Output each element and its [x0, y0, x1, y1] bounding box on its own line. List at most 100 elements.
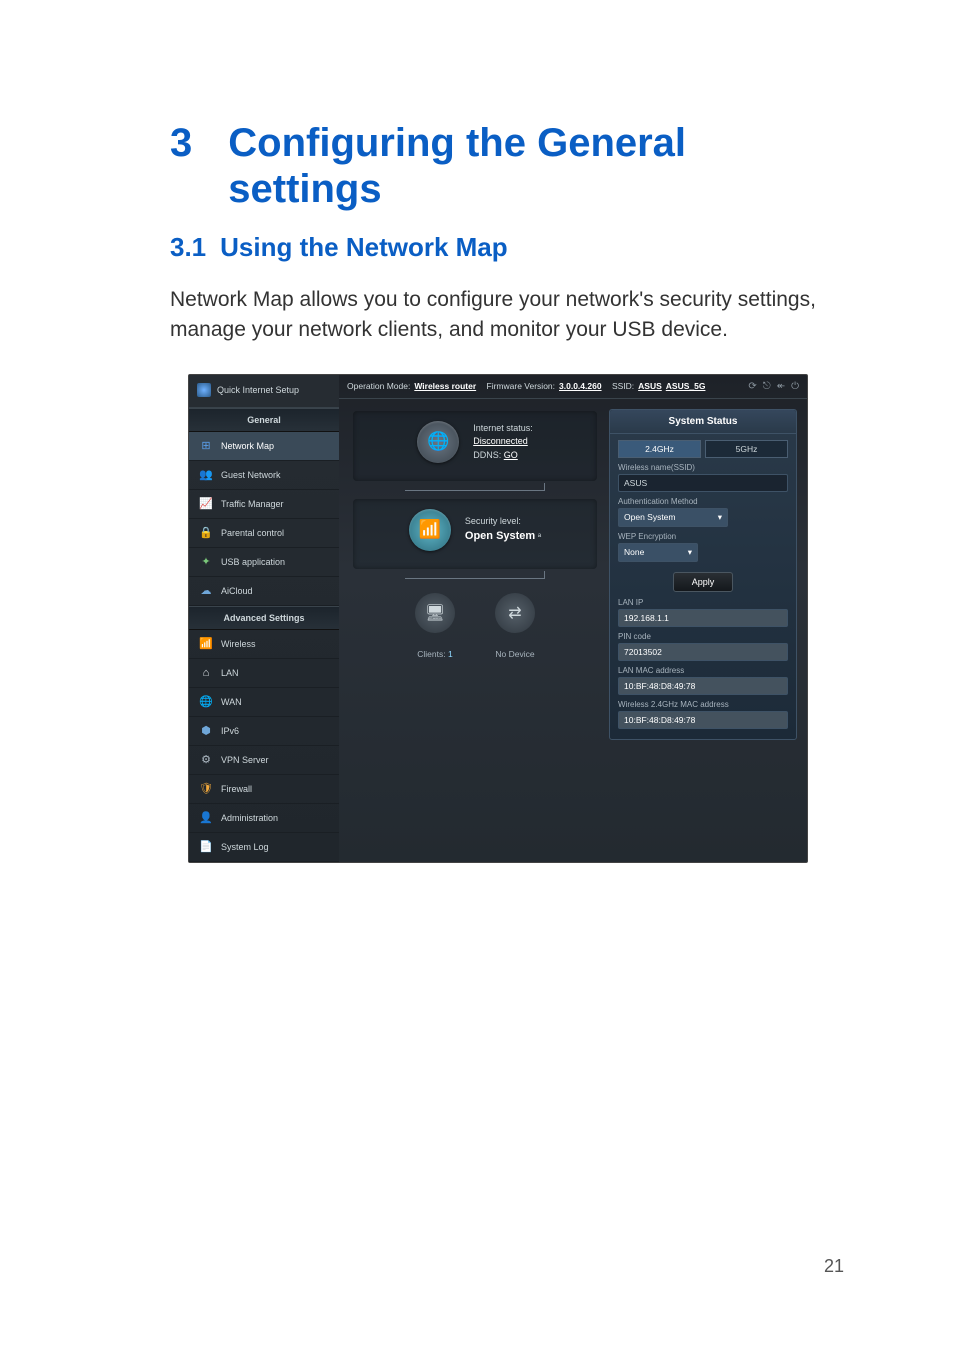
- sidebar-item-label: WAN: [221, 697, 242, 707]
- arrow-icon[interactable]: ↞: [777, 381, 785, 392]
- auth-field-label: Authentication Method: [618, 497, 788, 506]
- sidebar: Quick Internet Setup General ⊞Network Ma…: [189, 375, 339, 862]
- ni-guest-icon: 👥: [199, 468, 213, 482]
- sidebar-item-administration[interactable]: 👤 Administration: [189, 804, 339, 833]
- sidebar-item-label: System Log: [221, 842, 269, 852]
- sidebar-item-label: Guest Network: [221, 470, 281, 480]
- section-heading: 3.1 Using the Network Map: [170, 232, 844, 263]
- chapter-heading: 3 Configuring the General settings: [170, 120, 844, 212]
- sidebar-item-aicloud[interactable]: ☁AiCloud: [189, 577, 339, 606]
- sidebar-item-label: IPv6: [221, 726, 239, 736]
- system-status-title: System Status: [610, 410, 796, 434]
- ni-map-icon: ⊞: [199, 439, 213, 453]
- usb-card[interactable]: ⇄ No Device: [495, 593, 535, 659]
- sidebar-item-label: Administration: [221, 813, 278, 823]
- clients-card[interactable]: 🖥 Clients: 1: [415, 593, 455, 659]
- system-status-box: System Status 2.4GHz 5GHz Wireless name(…: [609, 409, 797, 740]
- sidebar-item-parental-control[interactable]: 🔒 Parental control: [189, 519, 339, 548]
- op-mode-label: Operation Mode:: [347, 381, 410, 391]
- sidebar-item-label: VPN Server: [221, 755, 269, 765]
- ni-wan-icon: 🌐: [199, 695, 213, 709]
- tab-5ghz[interactable]: 5GHz: [705, 440, 788, 458]
- op-mode-value[interactable]: Wireless router: [414, 381, 476, 391]
- quick-internet-setup[interactable]: Quick Internet Setup: [189, 375, 339, 408]
- fw-label: Firmware Version:: [487, 381, 556, 391]
- chapter-number: 3: [170, 120, 192, 212]
- sidebar-item-traffic-manager[interactable]: 📈Traffic Manager: [189, 490, 339, 519]
- center-panel: 🌐 Internet status: Disconnected DDNS: GO…: [339, 399, 609, 862]
- ssid-value-1[interactable]: ASUS: [638, 381, 662, 391]
- nav-header-advanced: Advanced Settings: [189, 606, 339, 630]
- toolbar-icons: ⟳ ⎋ ↞ ⏻: [748, 381, 799, 392]
- sidebar-item-label: Parental control: [221, 528, 284, 538]
- ni-lan-icon: ⌂: [199, 666, 213, 680]
- signal-icon[interactable]: ⎋: [763, 381, 771, 392]
- router-screenshot: Quick Internet Setup General ⊞Network Ma…: [188, 374, 808, 863]
- usb-icon: ⇄: [495, 593, 535, 633]
- main-area: Operation Mode: Wireless router Firmware…: [339, 375, 807, 862]
- ddns-value[interactable]: GO: [504, 450, 518, 460]
- ni-cloud-icon: ☁: [199, 584, 213, 598]
- sidebar-item-guest-network[interactable]: 👥 Guest Network: [189, 461, 339, 490]
- power-icon[interactable]: ⏻: [791, 381, 799, 392]
- security-card[interactable]: 📶 Security level: Open System ᵃ: [353, 499, 597, 569]
- security-label: Security level:: [465, 516, 521, 526]
- sidebar-item-wireless[interactable]: 📶 Wireless: [189, 630, 339, 659]
- ssid-label: SSID:: [612, 381, 634, 391]
- ni-firewall-icon: 🛡: [199, 782, 213, 796]
- lan-ip-label: LAN IP: [618, 598, 788, 607]
- chapter-title: Configuring the General settings: [228, 120, 844, 212]
- fw-value[interactable]: 3.0.0.4.260: [559, 381, 602, 391]
- sidebar-item-wan[interactable]: 🌐 WAN: [189, 688, 339, 717]
- sidebar-item-system-log[interactable]: 📄 System Log: [189, 833, 339, 862]
- sidebar-item-usb-application[interactable]: ✦ USB application: [189, 548, 339, 577]
- sidebar-item-label: USB application: [221, 557, 285, 567]
- refresh-icon[interactable]: ⟳: [748, 381, 756, 392]
- sidebar-item-label: Wireless: [221, 639, 256, 649]
- tab-24ghz[interactable]: 2.4GHz: [618, 440, 701, 458]
- router-icon: 📶: [409, 509, 451, 551]
- ni-wireless-icon: 📶: [199, 637, 213, 651]
- lan-mac-value: 10:BF:48:D8:49:78: [618, 677, 788, 695]
- ni-parent-icon: 🔒: [199, 526, 213, 540]
- sidebar-item-network-map[interactable]: ⊞Network Map: [189, 432, 339, 461]
- wand-icon: [197, 383, 211, 397]
- sidebar-item-vpn-server[interactable]: ⚙ VPN Server: [189, 746, 339, 775]
- sidebar-item-lan[interactable]: ⌂LAN: [189, 659, 339, 688]
- wep-select-value: None: [624, 547, 644, 557]
- wl-mac-label: Wireless 2.4GHz MAC address: [618, 700, 788, 709]
- nav-header-general: General: [189, 408, 339, 432]
- ni-log-icon: 📄: [199, 840, 213, 854]
- ni-ipv6-icon: ⬢: [199, 724, 213, 738]
- chevron-down-icon: ▾: [688, 547, 692, 558]
- ni-usb-icon: ✦: [199, 555, 213, 569]
- ni-traffic-icon: 📈: [199, 497, 213, 511]
- section-number: 3.1: [170, 232, 206, 262]
- internet-status-value: Disconnected: [473, 436, 528, 446]
- apply-button[interactable]: Apply: [673, 572, 734, 592]
- no-device-label: No Device: [495, 649, 535, 659]
- ni-vpn-icon: ⚙: [199, 753, 213, 767]
- right-panel: System Status 2.4GHz 5GHz Wireless name(…: [609, 399, 807, 862]
- clients-count: 1: [448, 649, 453, 659]
- wep-select[interactable]: None ▾: [618, 543, 698, 562]
- auth-select[interactable]: Open System ▾: [618, 508, 728, 527]
- ssid-input[interactable]: ASUS: [618, 474, 788, 492]
- section-title: Using the Network Map: [220, 232, 507, 262]
- ssid-field-label: Wireless name(SSID): [618, 463, 788, 472]
- body-paragraph: Network Map allows you to configure your…: [170, 285, 844, 346]
- ddns-label: DDNS:: [473, 450, 501, 460]
- ssid-value-2[interactable]: ASUS_5G: [666, 381, 706, 391]
- sidebar-item-firewall[interactable]: 🛡Firewall: [189, 775, 339, 804]
- chevron-down-icon: ▾: [718, 512, 722, 523]
- qis-label: Quick Internet Setup: [217, 385, 299, 395]
- ni-admin-icon: 👤: [199, 811, 213, 825]
- internet-status-label: Internet status:: [473, 423, 533, 433]
- internet-status-card[interactable]: 🌐 Internet status: Disconnected DDNS: GO: [353, 411, 597, 481]
- lan-ip-value: 192.168.1.1: [618, 609, 788, 627]
- globe-icon: 🌐: [417, 421, 459, 463]
- page-number: 21: [824, 1256, 844, 1277]
- security-value: Open System: [465, 530, 535, 542]
- sidebar-item-ipv6[interactable]: ⬢ IPv6: [189, 717, 339, 746]
- pin-value: 72013502: [618, 643, 788, 661]
